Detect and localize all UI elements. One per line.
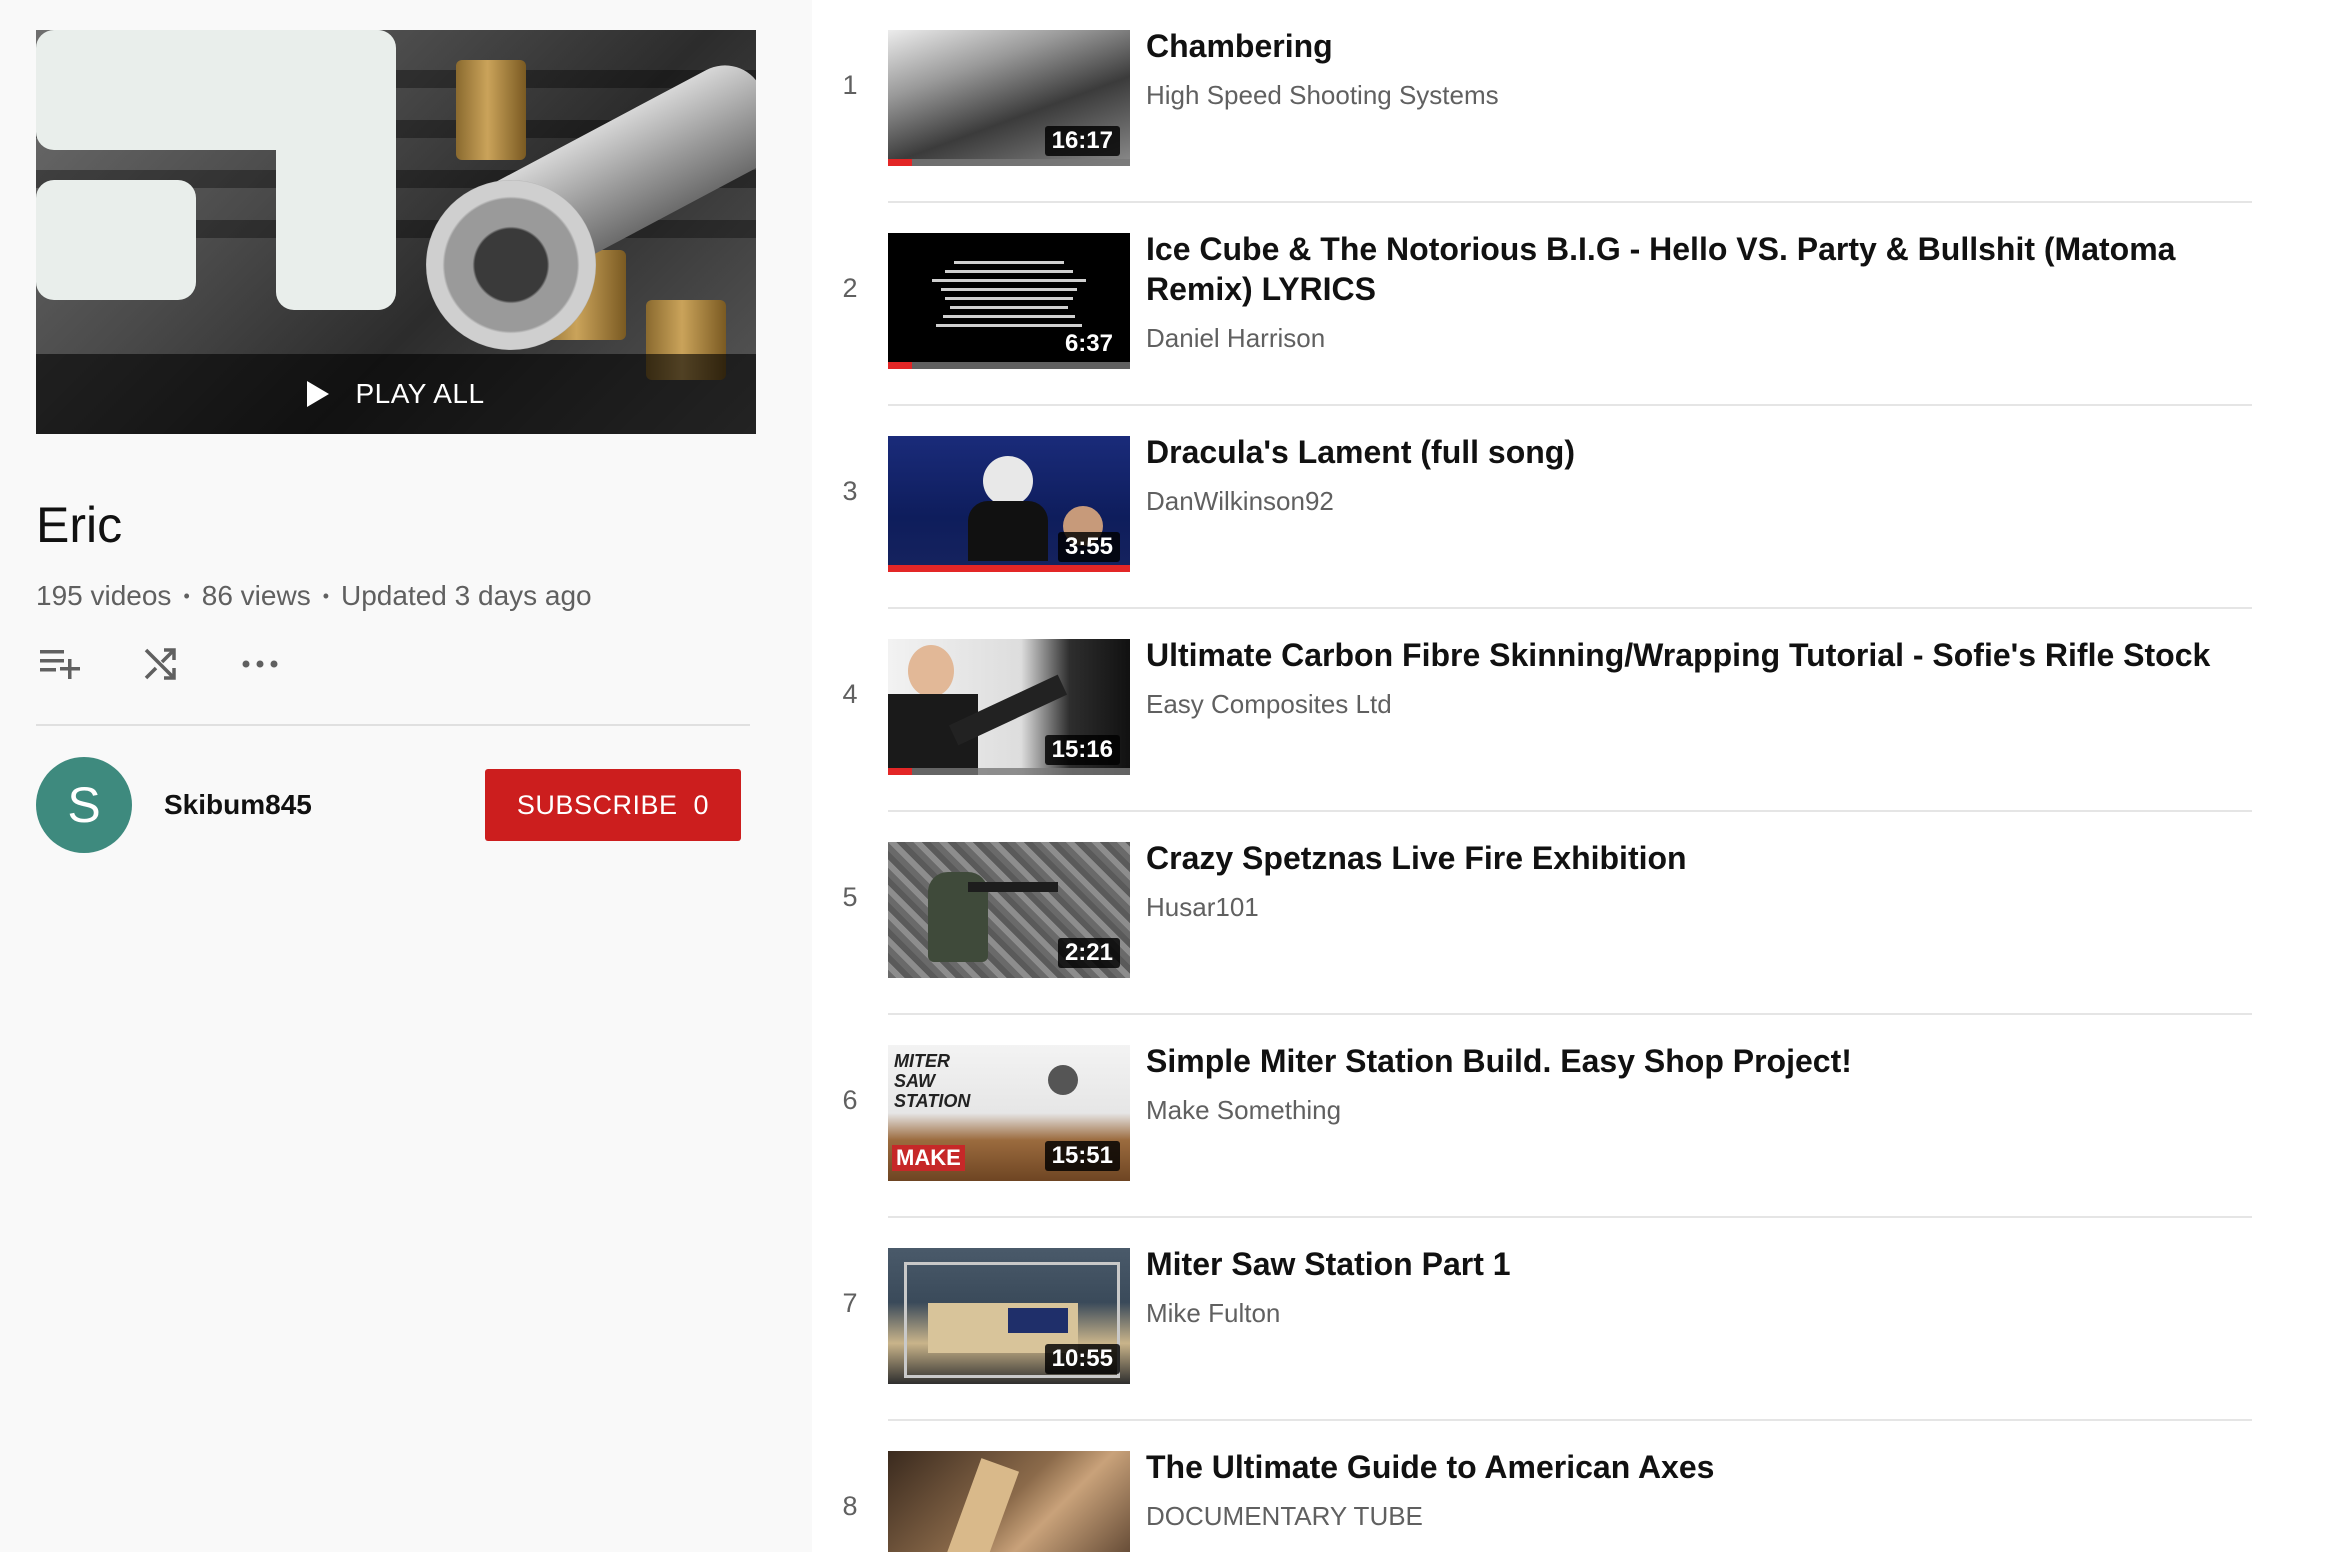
video-title[interactable]: Miter Saw Station Part 1 <box>1146 1244 2246 1284</box>
playlist-sidebar: PLAY ALL Eric 195 videos • 86 views • Up… <box>0 0 812 1552</box>
sidebar-divider <box>36 724 750 726</box>
video-index: 3 <box>842 476 858 506</box>
separator-dot: • <box>183 585 190 606</box>
video-thumbnail[interactable]: 15:16 <box>888 639 1130 775</box>
play-all-button[interactable]: PLAY ALL <box>36 354 756 434</box>
watch-progress <box>888 362 913 369</box>
video-index: 4 <box>842 679 858 709</box>
list-item[interactable]: 5 2:21 Crazy Spetznas Live Fire Exhibiti… <box>812 812 2252 1015</box>
progress-track <box>888 159 1130 166</box>
video-index: 5 <box>842 882 858 912</box>
list-item[interactable]: 4 15:16 Ultimate Carbon Fibre Skinning/W… <box>812 609 2252 812</box>
watch-progress <box>888 565 1130 572</box>
playlist-title: Eric <box>36 497 123 553</box>
duration-badge: 2:21 <box>1057 938 1120 968</box>
playlist-video-list: 1 16:17 Chambering High Speed Shooting S… <box>812 0 2328 1552</box>
progress-track <box>888 768 1130 775</box>
subscriber-count: 0 <box>693 789 709 820</box>
video-thumbnail[interactable]: 16:17 <box>888 30 1130 166</box>
list-item[interactable]: 3 3:55 Dracula's Lament (full song) DanW… <box>812 406 2252 609</box>
more-icon[interactable] <box>236 640 284 688</box>
video-title[interactable]: Dracula's Lament (full song) <box>1146 432 2246 472</box>
playlist-page: PLAY ALL Eric 195 videos • 86 views • Up… <box>0 0 2328 1552</box>
channel-name[interactable]: DOCUMENTARY TUBE <box>1146 1501 2246 1532</box>
video-title[interactable]: Ultimate Carbon Fibre Skinning/Wrapping … <box>1146 635 2246 675</box>
subscribe-button[interactable]: SUBSCRIBE 0 <box>484 769 741 841</box>
channel-name[interactable]: Make Something <box>1146 1095 2246 1126</box>
play-all-label: PLAY ALL <box>355 378 485 409</box>
video-count: 195 videos <box>36 580 172 611</box>
thumbnail-text: MITER SAW STATION <box>894 1051 971 1111</box>
video-index: 8 <box>842 1491 858 1521</box>
progress-track <box>888 362 1130 369</box>
make-logo: MAKE <box>892 1145 965 1171</box>
channel-name[interactable]: Daniel Harrison <box>1146 323 2246 354</box>
video-thumbnail[interactable]: 3:55 <box>888 436 1130 572</box>
list-item[interactable]: 1 16:17 Chambering High Speed Shooting S… <box>812 0 2252 203</box>
shuffle-icon[interactable] <box>136 640 184 688</box>
video-title[interactable]: Crazy Spetznas Live Fire Exhibition <box>1146 838 2246 878</box>
playlist-actions <box>36 640 284 688</box>
avatar[interactable]: S <box>36 757 132 853</box>
channel-name[interactable]: High Speed Shooting Systems <box>1146 80 2246 111</box>
add-to-queue-icon[interactable] <box>36 640 84 688</box>
channel-name[interactable]: DanWilkinson92 <box>1146 486 2246 517</box>
list-item[interactable]: 8 The Ultimate Guide to American Axes DO… <box>812 1421 2252 1552</box>
updated-text: Updated 3 days ago <box>341 580 592 611</box>
list-item[interactable]: 6 MITER SAW STATION MAKE 15:51 Simple Mi… <box>812 1015 2252 1218</box>
duration-badge: 6:37 <box>1057 329 1120 359</box>
video-title[interactable]: Simple Miter Station Build. Easy Shop Pr… <box>1146 1041 2246 1081</box>
playlist-stats: 195 videos • 86 views • Updated 3 days a… <box>36 580 592 612</box>
video-title[interactable]: The Ultimate Guide to American Axes <box>1146 1447 2246 1487</box>
play-icon <box>307 381 330 407</box>
duration-badge: 15:16 <box>1044 735 1120 765</box>
video-thumbnail[interactable] <box>888 1451 1130 1552</box>
channel-name[interactable]: Mike Fulton <box>1146 1298 2246 1329</box>
duration-badge: 15:51 <box>1044 1141 1120 1171</box>
video-title[interactable]: Ice Cube & The Notorious B.I.G - Hello V… <box>1146 229 2246 309</box>
channel-name[interactable]: Easy Composites Ltd <box>1146 689 2246 720</box>
separator-dot: • <box>322 585 329 606</box>
thumbnail-image <box>888 1451 1130 1552</box>
video-index: 1 <box>842 70 858 100</box>
video-title[interactable]: Chambering <box>1146 26 2246 66</box>
watch-progress <box>888 159 913 166</box>
video-index: 7 <box>842 1288 858 1318</box>
view-count: 86 views <box>201 580 311 611</box>
list-item[interactable]: 2 6:37 Ice Cube & The Notorious B.I.G - … <box>812 203 2252 406</box>
subscribe-label: SUBSCRIBE <box>516 789 678 820</box>
channel-name[interactable]: Husar101 <box>1146 892 2246 923</box>
video-thumbnail[interactable]: 2:21 <box>888 842 1130 978</box>
duration-badge: 16:17 <box>1044 126 1120 156</box>
video-thumbnail[interactable]: MITER SAW STATION MAKE 15:51 <box>888 1045 1130 1181</box>
list-item[interactable]: 7 10:55 Miter Saw Station Part 1 Mike Fu… <box>812 1218 2252 1421</box>
playlist-owner: S Skibum845 SUBSCRIBE 0 <box>36 757 750 853</box>
owner-name[interactable]: Skibum845 <box>164 789 312 821</box>
duration-badge: 3:55 <box>1057 532 1120 562</box>
playlist-hero-thumbnail[interactable]: PLAY ALL <box>36 30 756 434</box>
video-index: 2 <box>842 273 858 303</box>
watch-progress <box>888 768 913 775</box>
duration-badge: 10:55 <box>1044 1344 1120 1374</box>
video-thumbnail[interactable]: 6:37 <box>888 233 1130 369</box>
video-thumbnail[interactable]: 10:55 <box>888 1248 1130 1384</box>
video-index: 6 <box>842 1085 858 1115</box>
